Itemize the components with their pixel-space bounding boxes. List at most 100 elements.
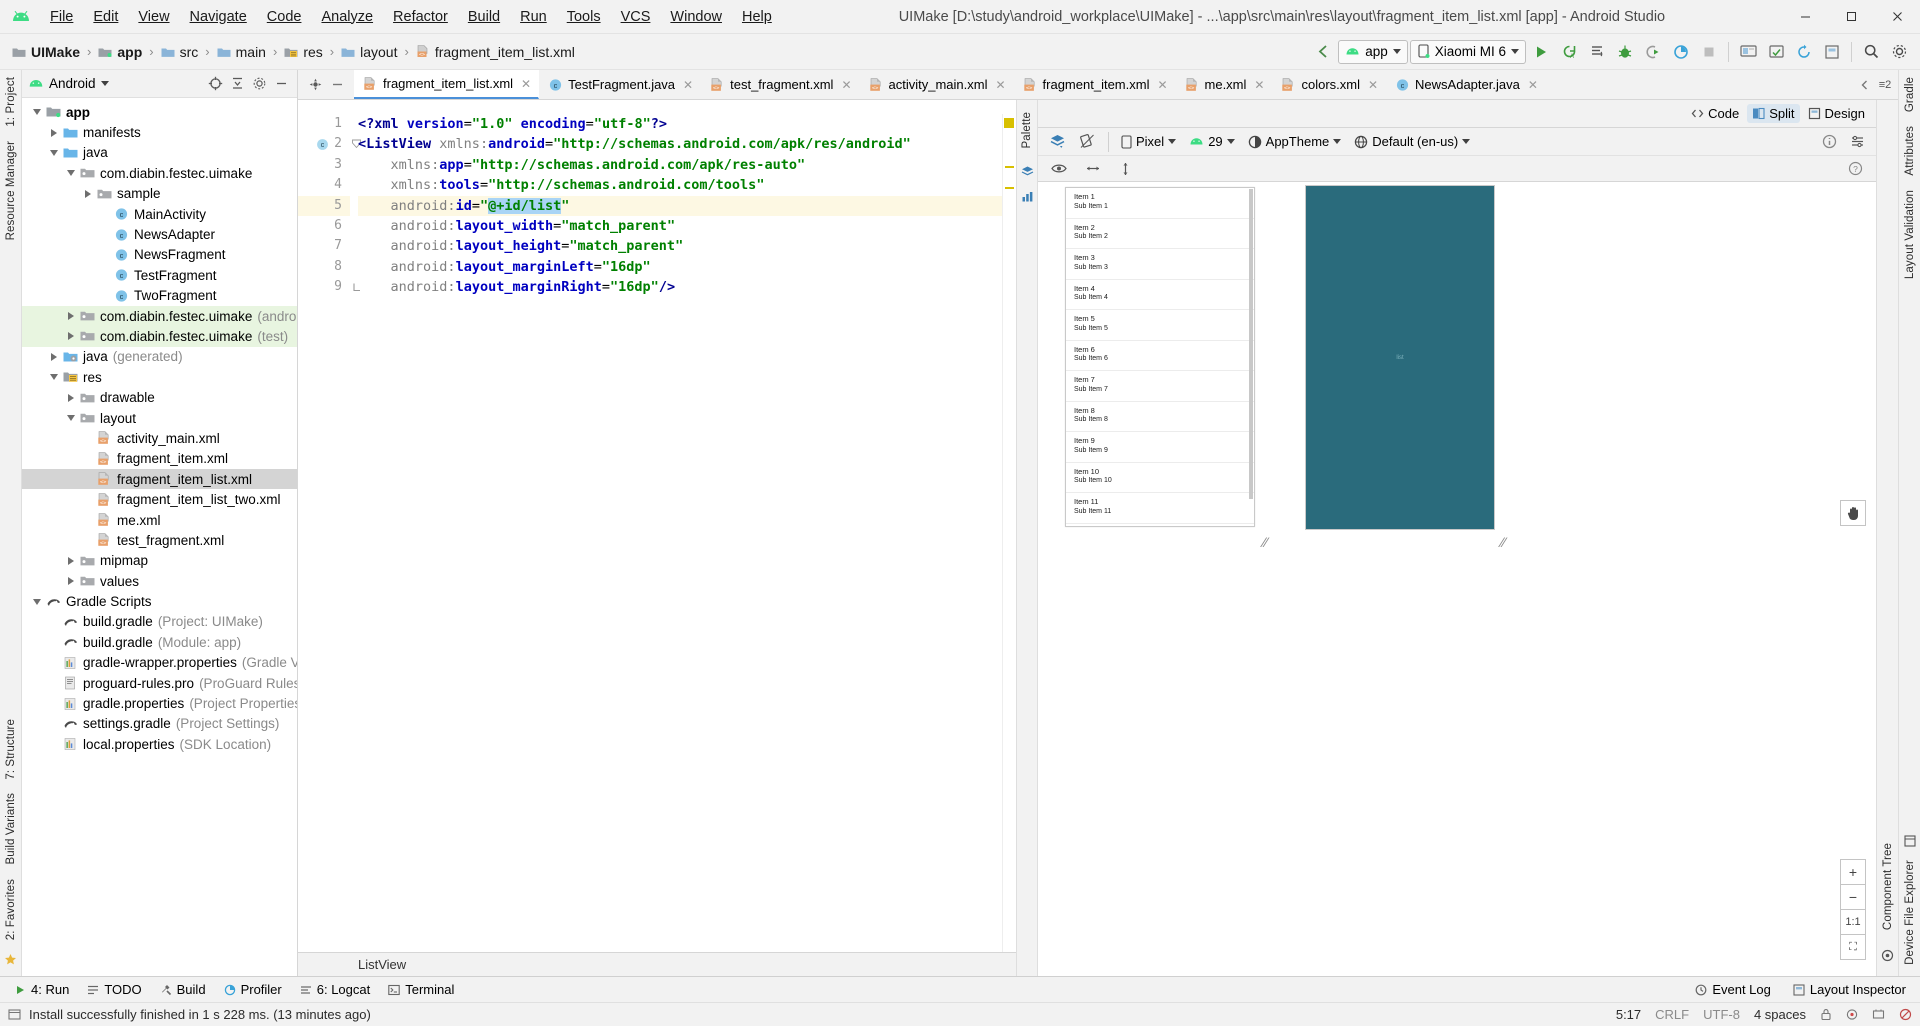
gutter-line[interactable]: 7 — [298, 236, 350, 256]
gutter-line[interactable]: 5 — [298, 195, 350, 216]
indent-setting[interactable]: 4 spaces — [1754, 1007, 1806, 1022]
editor-tab[interactable]: <> fragment_item_list.xml ✕ — [354, 70, 540, 99]
tab-close-icon[interactable]: ✕ — [683, 78, 693, 92]
gutter-line[interactable]: 4 — [298, 175, 350, 195]
palette-chart-icon[interactable] — [1021, 184, 1034, 209]
class-marker-icon[interactable]: c — [316, 138, 330, 152]
memory-icon[interactable] — [1872, 1008, 1885, 1021]
editor-tab[interactable]: <> me.xml ✕ — [1176, 70, 1273, 99]
tree-row[interactable]: java (generated) — [22, 347, 297, 367]
tree-row[interactable]: c NewsAdapter — [22, 224, 297, 244]
zoom-actual-size-button[interactable]: 1:1 — [1840, 909, 1866, 935]
breadcrumb-item-file[interactable]: <> fragment_item_list.xml — [412, 42, 579, 62]
theme-selector[interactable]: AppTheme — [1243, 132, 1347, 151]
rail-tab-attributes[interactable]: Attributes — [1902, 119, 1918, 183]
device-list-scrollbar[interactable] — [1249, 189, 1253, 499]
tree-expand-arrow-closed[interactable] — [64, 391, 77, 404]
tree-row[interactable]: <> fragment_item_list.xml — [22, 469, 297, 490]
rail-tab-component-tree[interactable]: Component Tree — [1880, 836, 1896, 937]
tree-row[interactable]: proguard-rules.pro (ProGuard Rules — [22, 673, 297, 693]
device-render-preview[interactable]: Item 1 Sub Item 1 Item 2 Sub Item 2 Item 3 Su… — [1065, 187, 1255, 527]
api-level-selector[interactable]: 29 — [1184, 132, 1239, 151]
code-line[interactable]: <?xml version="1.0" encoding="utf-8"?> — [358, 114, 1016, 134]
rail-tab-build-variants[interactable]: Build Variants — [3, 786, 19, 872]
editor-tab[interactable]: <> colors.xml ✕ — [1272, 70, 1386, 99]
tool-window-build[interactable]: Build — [152, 979, 214, 1000]
tab-close-icon[interactable]: ✕ — [521, 77, 531, 91]
rail-tab-device-file-explorer[interactable]: Device File Explorer — [1902, 853, 1918, 972]
palette-stack-icon[interactable] — [1021, 159, 1034, 184]
tree-row[interactable]: sample — [22, 184, 297, 204]
tree-expand-arrow-open[interactable] — [47, 146, 60, 159]
rail-tab-layout-validation[interactable]: Layout Validation — [1902, 183, 1918, 286]
code-line[interactable]: android:layout_height="match_parent" — [358, 236, 1016, 256]
view-mode-split[interactable]: Split — [1747, 104, 1800, 123]
apply-changes-icon[interactable]: A — [1556, 39, 1582, 65]
project-tree[interactable]: app manifests java com.diabin.festec.uimake… — [22, 98, 297, 976]
breadcrumb-item-uimake[interactable]: UIMake — [8, 42, 84, 62]
blueprint-preview[interactable]: list — [1305, 185, 1495, 530]
warning-stripe-line[interactable] — [1005, 166, 1014, 168]
orientation-button[interactable] — [1074, 131, 1101, 152]
device-selector[interactable]: Xiaomi MI 6 — [1409, 39, 1526, 64]
tree-row[interactable]: <> me.xml — [22, 510, 297, 530]
tree-row[interactable]: com.diabin.festec.uimake(androidTest) — [22, 305, 297, 327]
tree-expand-arrow-closed[interactable] — [47, 350, 60, 363]
menu-analyze[interactable]: Analyze — [311, 5, 383, 29]
code-line[interactable]: xmlns:app="http://schemas.android.com/ap… — [358, 155, 1016, 175]
tree-row[interactable]: build.gradle (Project: UIMake) — [22, 612, 297, 632]
layout-inspector-toolbar-icon[interactable] — [1819, 39, 1845, 65]
tree-row[interactable]: c TwoFragment — [22, 286, 297, 306]
tree-row[interactable]: <> fragment_item_list_two.xml — [22, 489, 297, 509]
tree-row[interactable]: gradle-wrapper.properties (Gradle V — [22, 653, 297, 673]
editor-tab[interactable]: c TestFragment.java ✕ — [539, 70, 701, 99]
breadcrumb-item-res[interactable]: res — [280, 42, 326, 62]
run-configuration-selector[interactable]: app — [1338, 39, 1408, 64]
apply-code-changes-icon[interactable] — [1584, 39, 1610, 65]
tree-expand-arrow-open[interactable] — [47, 371, 60, 384]
editor-tab[interactable]: <> test_fragment.xml ✕ — [701, 70, 859, 99]
sdk-manager-icon[interactable] — [1763, 39, 1789, 65]
collapse-all-icon[interactable] — [227, 74, 247, 94]
tree-row[interactable]: values — [22, 571, 297, 591]
menu-run[interactable]: Run — [510, 5, 557, 29]
menu-file[interactable]: File — [40, 5, 83, 29]
status-message[interactable]: Install successfully finished in 1 s 228… — [29, 1007, 371, 1022]
code-line[interactable]: android:id="@+id/list" — [358, 195, 1016, 216]
zoom-fit-button[interactable]: ⛶ — [1840, 934, 1866, 960]
code-line[interactable]: android:layout_width="match_parent" — [358, 216, 1016, 236]
line-separator[interactable]: CRLF — [1655, 1007, 1689, 1022]
target-icon[interactable] — [205, 74, 225, 94]
editor-tab[interactable]: <> activity_main.xml ✕ — [860, 70, 1014, 99]
menu-code[interactable]: Code — [257, 5, 312, 29]
zoom-in-button[interactable]: + — [1840, 859, 1866, 885]
rail-tab-favorites[interactable]: 2: Favorites — [3, 872, 19, 947]
tab-overflow-count[interactable]: ≡2 — [1876, 76, 1894, 94]
tree-row[interactable]: <> test_fragment.xml — [22, 530, 297, 550]
tool-window-event-log[interactable]: Event Log — [1687, 979, 1779, 1000]
tool-window-todo[interactable]: TODO — [79, 979, 149, 1000]
menu-navigate[interactable]: Navigate — [180, 5, 257, 29]
code-line[interactable]: android:layout_marginLeft="16dp" — [358, 257, 1016, 277]
gitignore-icon[interactable] — [1899, 1008, 1912, 1021]
breadcrumb-item-layout[interactable]: layout — [337, 42, 401, 62]
line-number-gutter[interactable]: 1c23456789 — [298, 114, 361, 952]
pin-tab-icon[interactable] — [306, 76, 324, 94]
design-surface-layers-button[interactable] — [1044, 131, 1071, 152]
code-line[interactable]: <ListView xmlns:android="http://schemas.… — [358, 134, 1016, 154]
gutter-line[interactable]: 6 — [298, 216, 350, 236]
settings-gear-icon[interactable] — [1886, 39, 1912, 65]
help-icon[interactable]: ? — [1843, 159, 1868, 178]
menu-window[interactable]: Window — [660, 5, 732, 29]
tab-close-icon[interactable]: ✕ — [1254, 78, 1264, 92]
file-encoding[interactable]: UTF-8 — [1703, 1007, 1740, 1022]
code-text[interactable]: <?xml version="1.0" encoding="utf-8"?> <L… — [350, 114, 1016, 952]
tree-expand-arrow-closed[interactable] — [64, 330, 77, 343]
tree-row[interactable]: Gradle Scripts — [22, 591, 297, 611]
hide-panel-icon[interactable] — [271, 74, 291, 94]
code-line[interactable]: android:layout_marginRight="16dp"/> — [358, 277, 1016, 297]
tree-expand-arrow-open[interactable] — [30, 595, 43, 608]
tool-window-profiler[interactable]: Profiler — [216, 979, 290, 1000]
tree-row[interactable]: res — [22, 367, 297, 387]
breadcrumb-item-src[interactable]: src — [157, 42, 203, 62]
